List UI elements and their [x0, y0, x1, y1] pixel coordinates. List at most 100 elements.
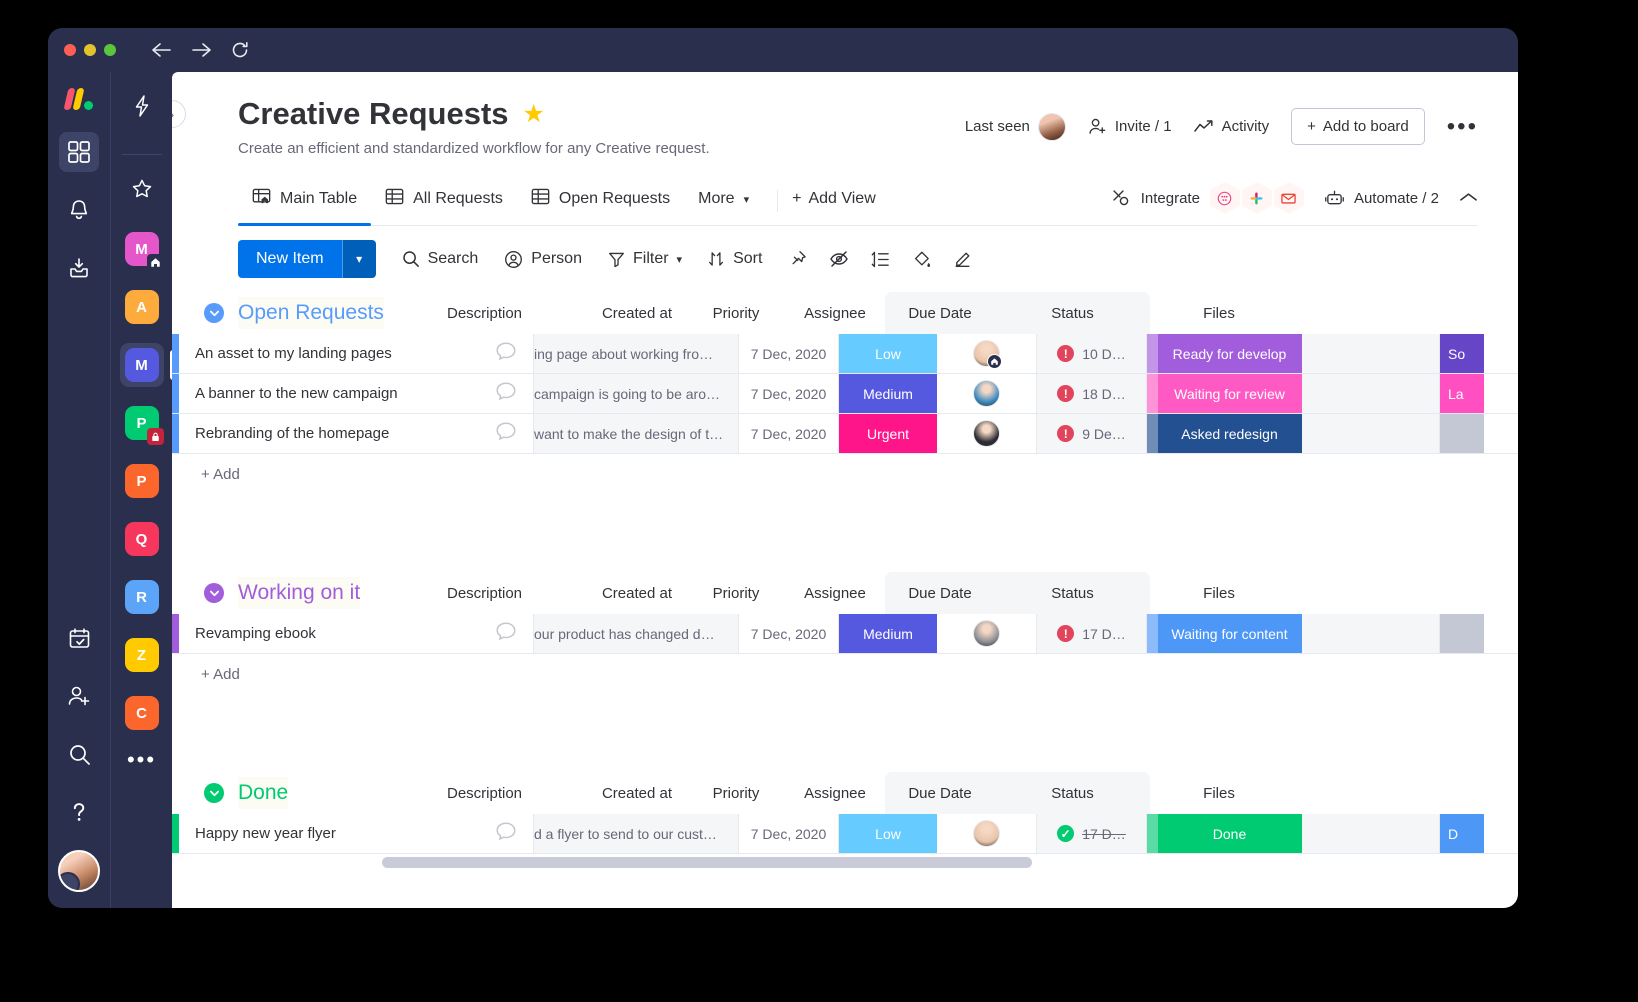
cell-assignee[interactable]: [937, 334, 1037, 373]
group-collapse-toggle[interactable]: [204, 583, 224, 603]
sidebar-item-help[interactable]: [59, 792, 99, 832]
reload-icon[interactable]: [230, 40, 250, 60]
group-title[interactable]: Open Requests: [238, 297, 384, 329]
column-header-created-at[interactable]: Created at: [587, 572, 687, 614]
add-item-row[interactable]: + Add: [172, 654, 1518, 694]
person-filter-button[interactable]: Person: [504, 250, 582, 269]
cell-files[interactable]: [1302, 334, 1440, 373]
avatar[interactable]: [973, 620, 1000, 647]
new-item-button[interactable]: New Item ▾: [238, 240, 376, 278]
slack-icon[interactable]: [1242, 182, 1272, 214]
maximize-window-button[interactable]: [104, 44, 116, 56]
cell-created-at[interactable]: 7 Dec, 2020: [739, 334, 839, 373]
search-button[interactable]: Search: [402, 250, 479, 268]
column-header-status[interactable]: Status: [995, 572, 1150, 614]
sidebar-item-invite[interactable]: [59, 676, 99, 716]
cell-due-date[interactable]: ✓17 D…: [1037, 814, 1147, 853]
avatar[interactable]: [973, 420, 1000, 447]
star-filled-icon[interactable]: ★: [523, 99, 545, 129]
column-header-status[interactable]: Status: [995, 292, 1150, 334]
cell-next-column[interactable]: So: [1440, 334, 1484, 373]
row-height-icon[interactable]: [871, 250, 890, 269]
cell-files[interactable]: [1302, 614, 1440, 653]
table-row[interactable]: An asset to my landing pagesing page abo…: [172, 334, 1518, 374]
sort-button[interactable]: Sort: [708, 250, 762, 268]
activity-button[interactable]: Activity: [1194, 118, 1270, 135]
cell-item-name[interactable]: Rebranding of the homepage: [179, 414, 534, 453]
workspace-item-a-1[interactable]: A: [120, 285, 164, 329]
chevron-down-icon[interactable]: ▾: [677, 253, 683, 266]
cell-priority[interactable]: Low: [839, 814, 937, 853]
avatar[interactable]: [973, 340, 1000, 367]
cell-files[interactable]: [1302, 814, 1440, 853]
gmail-icon[interactable]: [1274, 182, 1304, 214]
close-window-button[interactable]: [64, 44, 76, 56]
cell-description[interactable]: campaign is going to be aro…: [534, 374, 739, 413]
column-header-assignee[interactable]: Assignee: [785, 292, 885, 334]
column-header-files[interactable]: Files: [1150, 572, 1288, 614]
workspace-item-r-6[interactable]: R: [120, 575, 164, 619]
workspace-item-m-0[interactable]: M: [120, 227, 164, 271]
cell-description[interactable]: d a flyer to send to our cust…: [534, 814, 739, 853]
workspace-item-q-5[interactable]: Q: [120, 517, 164, 561]
color-fill-icon[interactable]: [912, 250, 931, 269]
sidebar-item-workspaces[interactable]: [59, 132, 99, 172]
monday-logo[interactable]: [66, 84, 93, 110]
column-header-due-date[interactable]: Due Date: [885, 772, 995, 814]
horizontal-scrollbar[interactable]: [382, 857, 1032, 868]
minimize-window-button[interactable]: [84, 44, 96, 56]
favorites-button[interactable]: [122, 169, 162, 209]
invite-button[interactable]: Invite / 1: [1088, 117, 1172, 136]
avatar[interactable]: [973, 820, 1000, 847]
last-seen[interactable]: Last seen: [965, 113, 1066, 141]
cell-item-name[interactable]: Happy new year flyer: [179, 814, 534, 853]
column-header-due-date[interactable]: Due Date: [885, 292, 995, 334]
column-header-description[interactable]: Description: [382, 572, 587, 614]
forward-arrow-icon[interactable]: [190, 41, 212, 59]
chat-bubble-icon[interactable]: [495, 621, 517, 646]
cell-next-column[interactable]: [1440, 414, 1484, 453]
column-header-assignee[interactable]: Assignee: [785, 572, 885, 614]
cell-status[interactable]: Asked redesign: [1147, 414, 1302, 453]
cell-due-date[interactable]: !9 De…: [1037, 414, 1147, 453]
cell-item-name[interactable]: An asset to my landing pages: [179, 334, 534, 373]
column-header-files[interactable]: Files: [1150, 772, 1288, 814]
tab-all-requests[interactable]: All Requests: [371, 177, 517, 225]
cell-due-date[interactable]: !17 D…: [1037, 614, 1147, 653]
sidebar-item-my-week[interactable]: [59, 618, 99, 658]
cell-priority[interactable]: Urgent: [839, 414, 937, 453]
cell-priority[interactable]: Low: [839, 334, 937, 373]
cell-next-column[interactable]: La: [1440, 374, 1484, 413]
chevron-up-icon[interactable]: [1459, 190, 1478, 206]
cell-status[interactable]: Waiting for content: [1147, 614, 1302, 653]
group-collapse-toggle[interactable]: [204, 783, 224, 803]
add-item-row[interactable]: + Add: [172, 454, 1518, 494]
cell-description[interactable]: want to make the design of t…: [534, 414, 739, 453]
workspace-item-c-8[interactable]: C: [120, 691, 164, 735]
avatar[interactable]: [973, 380, 1000, 407]
automate-button[interactable]: Automate / 2: [1324, 189, 1439, 208]
cell-created-at[interactable]: 7 Dec, 2020: [739, 614, 839, 653]
column-header-priority[interactable]: Priority: [687, 572, 785, 614]
workspace-item-m-2[interactable]: M: [120, 343, 164, 387]
add-view-button[interactable]: +Add View: [792, 190, 876, 212]
column-header-description[interactable]: Description: [382, 292, 587, 334]
cell-item-name[interactable]: A banner to the new campaign: [179, 374, 534, 413]
workspace-item-p-4[interactable]: P: [120, 459, 164, 503]
cell-status[interactable]: Waiting for review: [1147, 374, 1302, 413]
workspace-item-z-7[interactable]: Z: [120, 633, 164, 677]
cell-assignee[interactable]: [937, 614, 1037, 653]
cell-assignee[interactable]: [937, 374, 1037, 413]
hide-eye-icon[interactable]: [829, 250, 849, 268]
cell-priority[interactable]: Medium: [839, 614, 937, 653]
ellipsis-icon[interactable]: •••: [1447, 113, 1478, 141]
column-header-status[interactable]: Status: [995, 772, 1150, 814]
cell-description[interactable]: our product has changed d…: [534, 614, 739, 653]
filter-button[interactable]: Filter ▾: [608, 250, 682, 268]
integrate-button[interactable]: Integrate: [1111, 182, 1304, 214]
column-header-created-at[interactable]: Created at: [587, 292, 687, 334]
tab-main-table[interactable]: Main Table: [238, 177, 371, 225]
column-header-description[interactable]: Description: [382, 772, 587, 814]
cell-priority[interactable]: Medium: [839, 374, 937, 413]
cell-files[interactable]: [1302, 374, 1440, 413]
